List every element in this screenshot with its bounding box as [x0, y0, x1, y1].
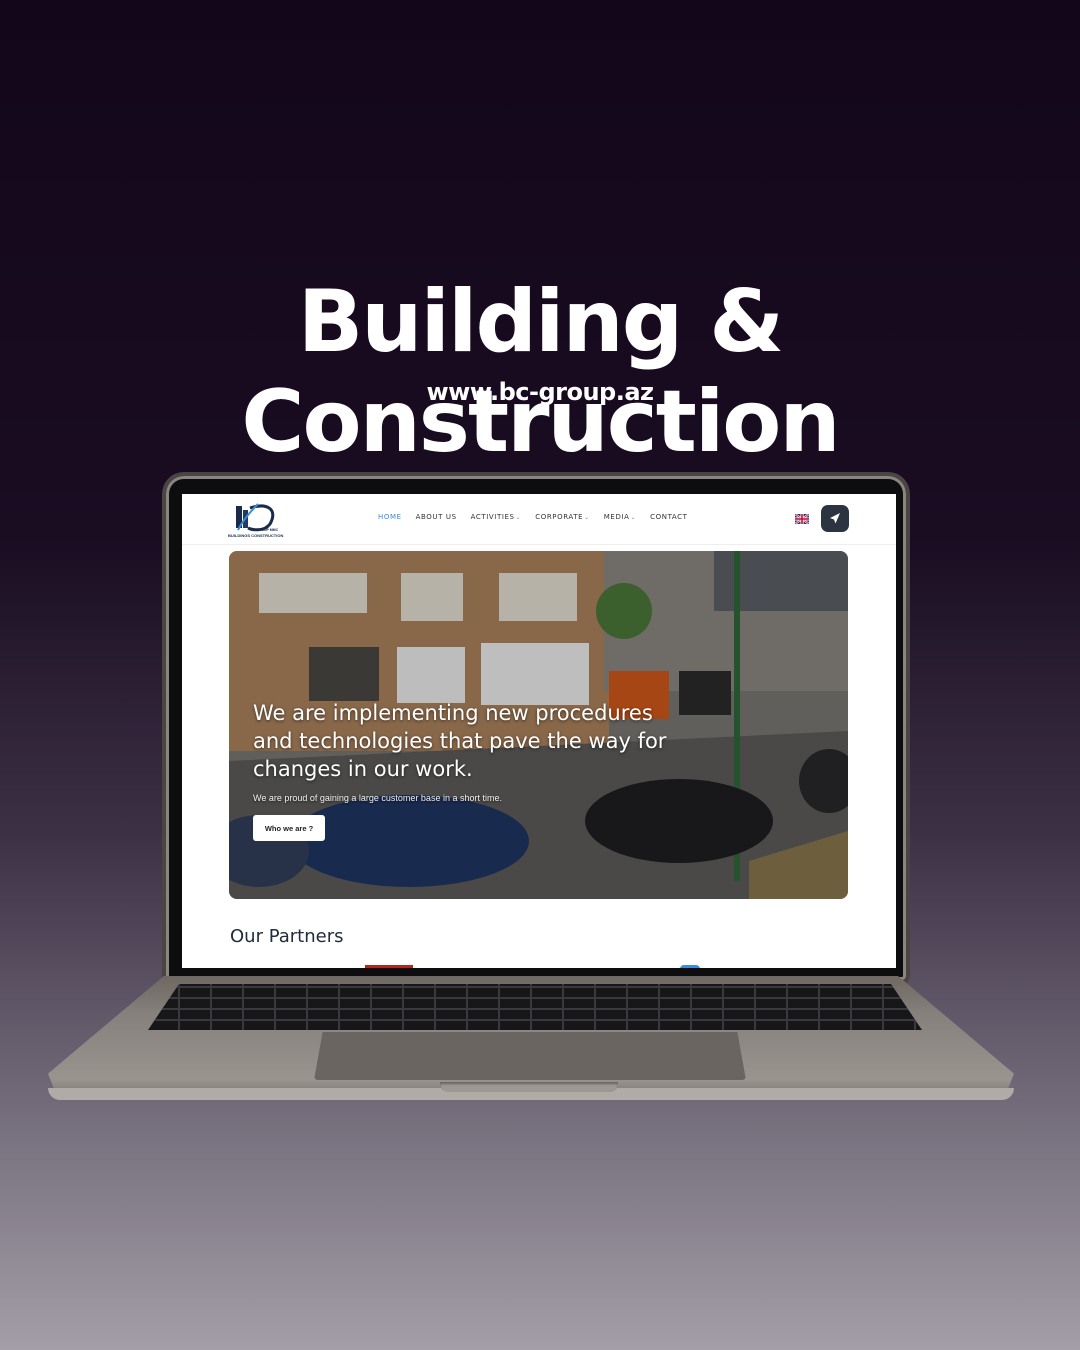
nav-media-label: MEDIA: [603, 513, 630, 521]
rocket-send-icon: [830, 513, 840, 524]
main-nav: HOME ABOUT US ACTIVITIES⌄ CORPORATE⌄ MED…: [378, 513, 688, 521]
headline: Building & Construction: [241, 272, 840, 472]
keyboard: [148, 984, 922, 1030]
uk-flag-icon[interactable]: [795, 514, 809, 524]
site-header: GROUP MMC BUILDINGS CONSTRUCTION HOME AB…: [182, 494, 896, 545]
nav-home-label: HOME: [378, 513, 402, 521]
hero-banner: We are implementing new procedures and t…: [229, 551, 848, 899]
trackpad: [314, 1032, 746, 1080]
chevron-down-icon: ⌄: [630, 514, 637, 521]
nav-corporate-label: CORPORATE: [535, 513, 584, 521]
nav-about-us[interactable]: ABOUT US: [416, 513, 457, 521]
logo-text: BUILDINGS CONSTRUCTION: [228, 533, 284, 538]
nav-contact-label: CONTACT: [650, 513, 688, 521]
laptop-screen: GROUP MMC BUILDINGS CONSTRUCTION HOME AB…: [182, 494, 896, 968]
partners-title: Our Partners: [230, 926, 344, 947]
nav-home[interactable]: HOME: [378, 513, 402, 521]
nav-activities-label: ACTIVITIES: [470, 513, 515, 521]
nav-corporate[interactable]: CORPORATE⌄: [535, 513, 590, 521]
hero-subtext: We are proud of gaining a large customer…: [253, 793, 502, 803]
partner-logo-red: [365, 965, 413, 968]
partner-logo-blue: [680, 965, 700, 968]
chevron-down-icon: ⌄: [584, 514, 590, 521]
nav-activities[interactable]: ACTIVITIES⌄: [471, 513, 522, 521]
who-we-are-button[interactable]: Who we are ?: [253, 815, 325, 841]
lid-notch: [440, 1082, 618, 1092]
nav-about-label: ABOUT US: [415, 513, 457, 521]
nav-contact[interactable]: CONTACT: [650, 513, 687, 521]
logo-group-text: GROUP MMC: [256, 528, 279, 532]
rocket-button[interactable]: [821, 505, 849, 532]
chevron-down-icon: ⌄: [515, 514, 522, 521]
website-url: www.bc-group.az: [426, 378, 654, 406]
nav-media[interactable]: MEDIA⌄: [604, 513, 636, 521]
hero-heading: We are implementing new procedures and t…: [253, 701, 667, 781]
